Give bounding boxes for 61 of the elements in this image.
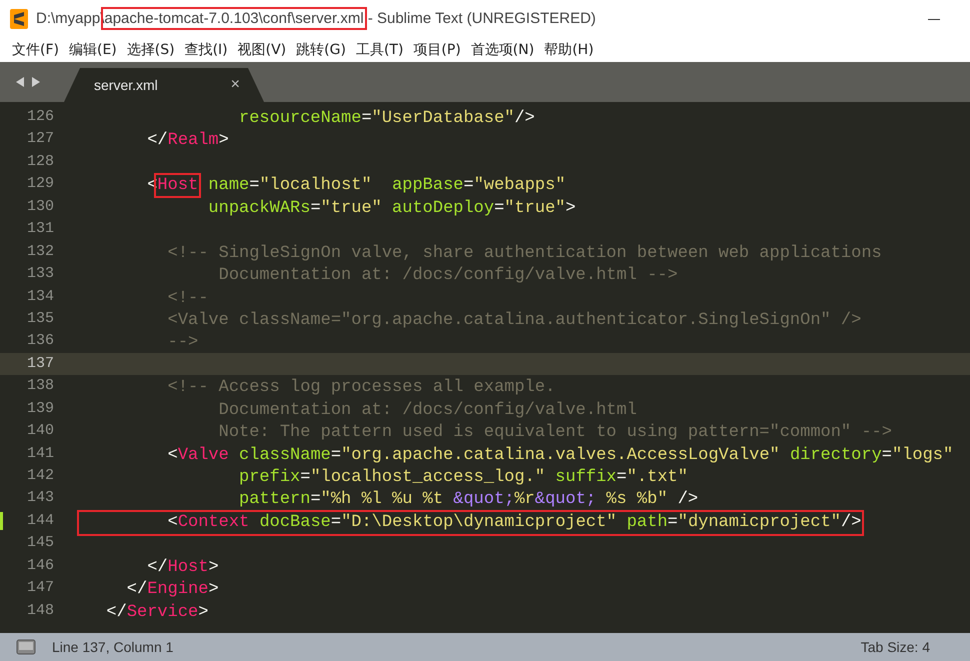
line-number: 145 — [26, 533, 55, 554]
line-number: 129 — [26, 174, 55, 194]
menu-item[interactable]: 编辑(E) — [64, 40, 121, 60]
code-line: <Valve className="org.apache.catalina.valves.AccessLogValve" directory="logs" — [166, 446, 954, 466]
line-number: 147 — [26, 578, 55, 598]
line-number: 148 — [26, 600, 55, 621]
line-number: 135 — [26, 308, 55, 329]
code-line: <Valve className="org.apache.catalina.authenticator.SingleSignOn" /> — [166, 310, 862, 331]
line-number: 132 — [26, 242, 55, 262]
menu-item[interactable]: 工具(T) — [352, 40, 408, 60]
menu-item[interactable]: 首选项(N) — [466, 40, 538, 60]
menu-item[interactable]: 选择(S) — [122, 40, 179, 60]
code-line: <!-- SingleSignOn valve, share authentication between web applications — [166, 244, 882, 264]
line-number: 144 — [0, 510, 80, 532]
menu-item[interactable]: 视图(V) — [234, 40, 290, 60]
code-line: pattern="%h %l %u %t &quot;%r&quot; %s %b" /> — [238, 490, 698, 510]
cursor-position: Line 137, Column 1 — [52, 638, 174, 656]
line-number: 126 — [26, 107, 55, 127]
line-number: 141 — [26, 444, 55, 464]
line-number: 140 — [26, 421, 55, 442]
code-line: </Engine> — [126, 580, 219, 600]
code-line: </Service> — [105, 602, 208, 623]
code-line: --> — [166, 333, 198, 354]
menu-item[interactable]: 帮助(H) — [540, 40, 598, 60]
code-line: </Realm> — [146, 131, 229, 152]
line-number: 127 — [26, 129, 55, 150]
tab-label: server.xml — [94, 76, 158, 94]
tab-size[interactable]: Tab Size: 4 — [860, 636, 930, 658]
line-number: 142 — [26, 466, 55, 486]
code-line: unpackWARs="true" autoDeploy="true"> — [207, 198, 576, 219]
menu-item[interactable]: 文件(F) — [8, 40, 63, 60]
code-line: <!-- Access log processes all example. — [166, 378, 556, 398]
minimize-icon[interactable] — [928, 18, 940, 20]
app-logo-icon — [10, 9, 28, 29]
back-arrow-icon[interactable] — [16, 77, 24, 87]
line-number: 139 — [26, 398, 55, 419]
line-number: 136 — [26, 331, 55, 352]
menu-item[interactable]: 跳转(G) — [292, 40, 350, 60]
line-number: 134 — [26, 286, 55, 306]
code-line: Note: The pattern used is equivalent to using pattern="common" --> — [218, 423, 892, 444]
code-line: prefix="localhost_access_log." suffix=".txt" — [238, 468, 688, 488]
line-number: 146 — [26, 556, 55, 576]
line-number: 133 — [26, 264, 55, 284]
menu-item[interactable]: 查找(I) — [180, 40, 232, 60]
close-icon[interactable]: × — [230, 73, 240, 97]
code-line: <!-- — [166, 288, 208, 308]
code-line: resourceName="UserDatabase"/> — [238, 109, 535, 129]
forward-arrow-icon[interactable] — [32, 77, 40, 87]
line-number: 128 — [26, 152, 55, 172]
line-number: 131 — [26, 219, 55, 240]
line-number: 138 — [26, 376, 55, 396]
line-number: 143 — [26, 488, 55, 508]
code-line: Documentation at: /docs/config/valve.html --> — [218, 266, 678, 286]
line-number: 130 — [26, 196, 55, 217]
menu-item[interactable]: 项目(P) — [409, 40, 465, 60]
code-line: <Context docBase="D:\Desktop\dynamicproject" path="dynamicproject"/> — [80, 512, 862, 533]
file-tab[interactable]: server.xml × — [64, 68, 264, 102]
code-line: </Host> — [146, 558, 219, 578]
line-number: 137 — [0, 352, 80, 376]
panel-icon[interactable] — [16, 639, 36, 655]
code-line: Documentation at: /docs/config/valve.html — [218, 400, 637, 421]
